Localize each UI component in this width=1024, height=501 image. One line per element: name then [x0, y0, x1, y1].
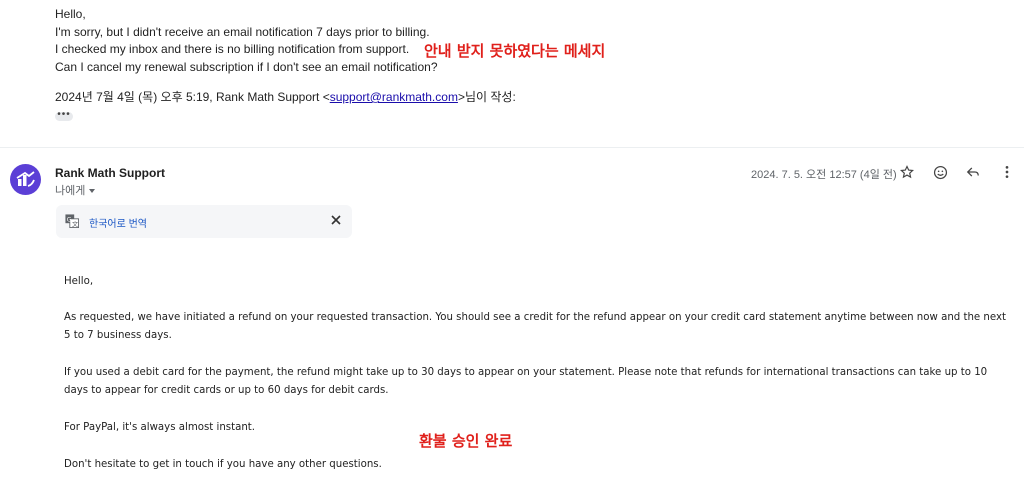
to-me-label: 나에게 [55, 185, 86, 197]
attribution-prefix: 2024년 7월 4일 (목) 오후 5:19, Rank Math Suppo… [55, 90, 330, 104]
message-body: Hello, [64, 273, 93, 291]
show-trimmed-content-button[interactable]: ••• [55, 110, 73, 121]
quoted-line: I checked my inbox and there is no billi… [55, 42, 410, 56]
translate-bar: G 文 한국어로 번역 [56, 205, 352, 238]
quoted-line: Can I cancel my renewal subscription if … [55, 59, 438, 74]
star-icon [900, 165, 914, 179]
quote-attribution: 2024년 7월 4일 (목) 오후 5:19, Rank Math Suppo… [55, 88, 516, 105]
quoted-message: Hello, I'm sorry, but I didn't receive a… [55, 6, 438, 76]
message-date: 2024. 7. 5. 오전 12:57 (4일 전) [751, 169, 897, 181]
body-line: For PayPal, it's always almost instant. [64, 422, 256, 433]
attribution-suffix: >님이 작성: [457, 90, 516, 104]
annotation-not-notified: 안내 받지 못하였다는 메세지 [424, 42, 606, 60]
support-email-link[interactable]: support@rankmath.com [330, 90, 458, 104]
body-line: days to appear for credit cards or up to… [64, 385, 389, 396]
body-line: 5 to 7 business days. [64, 330, 172, 341]
star-button[interactable] [897, 162, 917, 182]
sender-name[interactable]: Rank Math Support [55, 166, 165, 180]
reply-button[interactable] [963, 162, 983, 182]
recipient-details[interactable]: 나에게 [55, 182, 96, 198]
quoted-line: Hello, [55, 7, 86, 21]
body-line: As requested, we have initiated a refund… [64, 312, 1007, 323]
rank-math-logo-icon [16, 171, 35, 187]
debit-paragraph: If you used a debit card for the payment… [64, 364, 987, 400]
body-paragraph: Hello, [64, 276, 94, 287]
translate-to-korean-link[interactable]: 한국어로 번역 [89, 215, 147, 230]
chevron-down-icon [89, 189, 96, 194]
emoji-icon [933, 165, 947, 179]
refund-paragraph: As requested, we have initiated a refund… [64, 309, 1006, 345]
close-icon[interactable] [329, 213, 343, 227]
annotation-refund-approved: 환불 승인 완료 [419, 432, 513, 450]
quoted-line: I'm sorry, but I didn't receive an email… [55, 24, 430, 39]
body-line: If you used a debit card for the payment… [64, 367, 988, 378]
body-line: Don't hesitate to get in touch if you ha… [64, 459, 382, 470]
svg-text:G: G [67, 216, 72, 223]
paypal-paragraph: For PayPal, it's always almost instant. [64, 419, 255, 437]
avatar[interactable] [10, 164, 41, 195]
svg-text:文: 文 [72, 220, 78, 228]
add-reaction-button[interactable] [930, 162, 950, 182]
more-vert-icon [1005, 165, 1009, 179]
reply-icon [966, 167, 979, 177]
translate-icon: G 文 [65, 214, 79, 228]
more-options-button[interactable] [997, 162, 1017, 182]
closing-paragraph: Don't hesitate to get in touch if you ha… [64, 456, 382, 474]
message-divider [0, 147, 1024, 148]
